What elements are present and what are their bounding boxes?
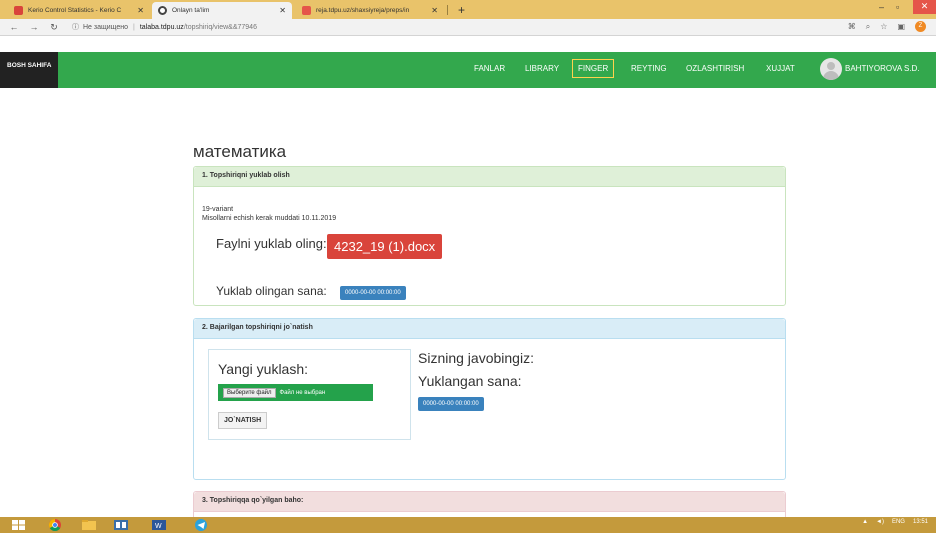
tab-title: Kerio Control Statistics - Kerio C xyxy=(28,7,122,14)
your-answer-label: Sizning javobingiz: xyxy=(418,350,534,366)
download-task-panel: 1. Topshiriqni yuklab olish 19-variant M… xyxy=(193,166,786,306)
tab-title: reja.tdpu.uz/shaxsiyreja/preps/in xyxy=(316,7,410,14)
deadline-text: Misollarni echish kerak muddati 10.11.20… xyxy=(202,215,337,222)
uploaded-date-badge: 0000-00-00 00:00:00 xyxy=(418,397,484,411)
word-icon[interactable]: W xyxy=(148,518,170,532)
profile-avatar-icon[interactable]: Z xyxy=(915,21,926,32)
download-label: Faylni yuklab oling: xyxy=(216,236,327,251)
keyboard-language[interactable]: ENG xyxy=(892,519,905,525)
panel-heading: 1. Topshiriqni yuklab olish xyxy=(194,167,785,187)
browser-tab-kerio[interactable]: Kerio Control Statistics - Kerio C ✕ xyxy=(8,2,150,19)
nav-library[interactable]: LIBRARY xyxy=(525,64,559,73)
user-avatar[interactable] xyxy=(820,58,842,80)
browser-tab-reja[interactable]: reja.tdpu.uz/shaxsiyreja/preps/in ✕ xyxy=(296,2,444,19)
tab-title: Onlayn ta'lim xyxy=(172,7,210,14)
telegram-icon[interactable] xyxy=(190,518,212,532)
clock-time[interactable]: 13:51 xyxy=(913,519,928,525)
brand-home-link[interactable]: BOSH SAHIFA xyxy=(0,52,58,88)
nav-finger[interactable]: FINGER xyxy=(572,59,615,78)
avatar-head-shape xyxy=(827,62,835,70)
browser-tab-strip: Kerio Control Statistics - Kerio C ✕ Onl… xyxy=(0,0,936,19)
forward-arrow-icon[interactable]: → xyxy=(28,22,40,32)
volume-icon[interactable]: ◄) xyxy=(876,519,884,525)
browser-tab-onlayn[interactable]: Onlayn ta'lim ✕ xyxy=(152,2,292,19)
back-arrow-icon[interactable]: ← xyxy=(8,22,20,32)
choose-file-button[interactable]: Выберите файл xyxy=(223,387,276,398)
panel-heading: 2. Bajarilgan topshiriqni jo`natish xyxy=(194,319,785,339)
address-bar-actions: ⌘ ⌕ ☆ ▣ Z xyxy=(848,21,926,32)
network-icon[interactable]: ▲ xyxy=(862,519,868,525)
library-app-icon[interactable] xyxy=(110,518,132,532)
submit-task-panel: 2. Bajarilgan topshiriqni jo`natish Yang… xyxy=(193,318,786,480)
translate-icon[interactable]: ⌘ xyxy=(848,22,856,31)
upload-form: Yangi yuklash: Выберите файл Файл не выб… xyxy=(208,349,411,440)
extension-icon[interactable]: ▣ xyxy=(897,22,905,31)
minimize-icon[interactable]: – xyxy=(879,2,884,12)
url-host[interactable]: talaba.tdpu.uz xyxy=(140,24,184,31)
reja-favicon-icon xyxy=(302,6,311,15)
site-navbar: BOSH SAHIFA FANLAR LIBRARY FINGER REYTIN… xyxy=(0,52,936,88)
download-file-button[interactable]: 4232_19 (1).docx xyxy=(327,234,443,259)
system-tray: ▲ ◄) ENG 13:51 xyxy=(862,519,928,525)
reload-icon[interactable]: ↻ xyxy=(48,22,60,33)
page-title: математика xyxy=(193,142,287,161)
tab-divider xyxy=(447,5,448,15)
windows-taskbar: W ▲ ◄) ENG 13:51 xyxy=(0,517,936,533)
zoom-icon[interactable]: ⌕ xyxy=(866,22,870,32)
url-path[interactable]: /topshiriq/view&&77946 xyxy=(184,24,257,31)
svg-text:W: W xyxy=(155,523,162,530)
insecure-warning: Не защищено xyxy=(83,23,128,31)
submit-button[interactable]: JO`NATISH xyxy=(218,412,268,429)
uploaded-date-label: Yuklangan sana: xyxy=(418,373,522,389)
user-name[interactable]: BAHTIYOROVA S.D. xyxy=(845,64,920,73)
site-info-icon[interactable]: ⓘ xyxy=(72,22,79,32)
nav-ozlashtirish[interactable]: OZLASHTIRISH xyxy=(686,64,744,73)
downloaded-date-badge: 0000-00-00 00:00:00 xyxy=(340,286,406,300)
nav-xujjat[interactable]: XUJJAT xyxy=(766,64,795,73)
window-close-icon[interactable]: ✕ xyxy=(913,0,936,14)
chrome-icon[interactable] xyxy=(44,518,66,532)
task-variant-info: 19-variant Misollarni echish kerak mudda… xyxy=(202,205,336,223)
close-tab-icon[interactable]: ✕ xyxy=(137,6,144,15)
maximize-icon[interactable]: ▫ xyxy=(896,2,899,12)
new-tab-button[interactable]: + xyxy=(458,3,465,17)
avatar-body-shape xyxy=(823,71,839,80)
close-tab-icon[interactable]: ✕ xyxy=(431,6,438,15)
bookmark-star-icon[interactable]: ☆ xyxy=(880,22,887,31)
close-tab-icon[interactable]: ✕ xyxy=(279,6,286,15)
windows-start-icon[interactable] xyxy=(8,518,30,532)
panel-heading: 3. Topshiriqqa qo`yilgan baho: xyxy=(194,492,785,512)
downloaded-date-label: Yuklab olingan sana: xyxy=(216,284,327,298)
kerio-favicon-icon xyxy=(14,6,23,15)
globe-favicon-icon xyxy=(158,6,167,15)
url-divider: | xyxy=(133,23,135,31)
upload-title: Yangi yuklash: xyxy=(218,361,309,377)
file-status-text: Файл не выбран xyxy=(279,389,326,396)
file-input[interactable]: Выберите файл Файл не выбран xyxy=(218,384,373,401)
address-bar: ← → ↻ ⓘ Не защищено | talaba.tdpu.uz/top… xyxy=(0,19,936,36)
nav-reyting[interactable]: REYTING xyxy=(631,64,667,73)
variant-label: 19-variant xyxy=(202,206,234,213)
nav-fanlar[interactable]: FANLAR xyxy=(474,64,505,73)
file-explorer-icon[interactable] xyxy=(78,518,100,532)
